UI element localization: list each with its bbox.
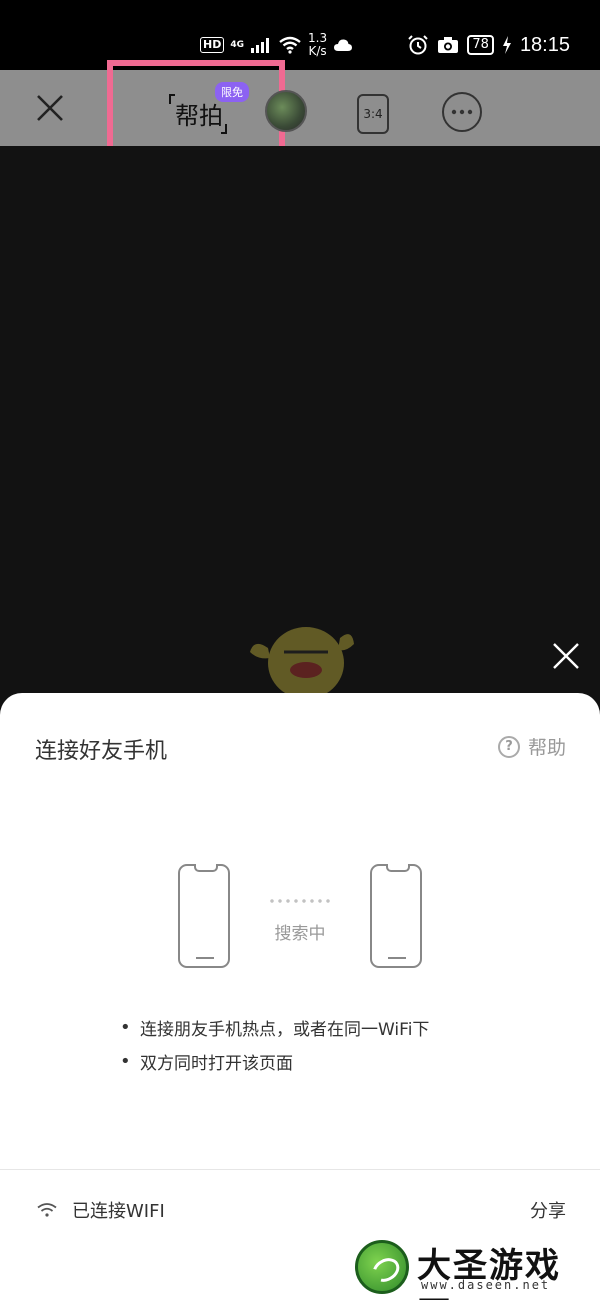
network-speed-value: 1.3: [308, 31, 328, 45]
status-left: HD 4G 1.3 K/s: [200, 30, 353, 60]
wifi-status: 已连接WIFI: [36, 1197, 165, 1223]
mascot-image: [250, 627, 354, 698]
tips-list: • 连接朋友手机热点，或者在同一WiFi下 • 双方同时打开该页面: [120, 1010, 429, 1078]
connect-sheet: 连接好友手机 ? 帮助 搜索中 • 连接朋友手机热点，或者在同一WiFi下 • …: [0, 693, 600, 1300]
bullet-icon: •: [120, 1016, 131, 1038]
bullet-icon: •: [120, 1050, 131, 1072]
site-logo-icon: [355, 1240, 409, 1294]
tip-text: 连接朋友手机热点，或者在同一WiFi下: [140, 1019, 430, 1040]
site-watermark: 大圣游戏网 www.daseen.net: [355, 1238, 595, 1300]
battery-level: 78: [467, 35, 494, 55]
watermark-url: www.daseen.net: [421, 1278, 551, 1292]
network-type: 4G: [230, 40, 244, 50]
share-button[interactable]: 分享: [530, 1197, 566, 1223]
charging-icon: [502, 36, 511, 54]
status-bar: HD 4G 1.3 K/s 78 18:15: [0, 0, 600, 70]
help-label: 帮助: [527, 737, 566, 759]
wifi-status-label: 已连接WIFI: [72, 1201, 165, 1222]
aspect-ratio-button[interactable]: 3:4: [357, 94, 389, 134]
list-item: • 连接朋友手机热点，或者在同一WiFi下: [120, 1010, 429, 1044]
signal-icon: [251, 38, 269, 53]
divider: [0, 1169, 600, 1170]
question-icon: ?: [497, 735, 520, 758]
help-button[interactable]: ? 帮助: [497, 733, 566, 760]
sheet-title: 连接好友手机: [35, 739, 168, 764]
network-speed-unit: K/s: [308, 44, 327, 58]
wifi-icon: [37, 1203, 57, 1217]
cloud-icon: [334, 39, 353, 51]
network-speed: 1.3 K/s: [308, 32, 327, 58]
avatar[interactable]: [265, 90, 307, 132]
list-item: • 双方同时打开该页面: [120, 1044, 429, 1078]
alarm-icon: [408, 35, 429, 55]
searching-dots: [268, 899, 332, 903]
close-icon[interactable]: [30, 88, 70, 128]
clock: 18:15: [519, 33, 570, 56]
more-button[interactable]: [442, 92, 482, 132]
camera-status-icon: [438, 37, 459, 53]
my-phone-icon: [178, 864, 230, 968]
status-right: 78 18:15: [407, 30, 570, 60]
tip-text: 双方同时打开该页面: [140, 1053, 293, 1074]
highlight-box: [107, 60, 285, 160]
hd-badge: HD: [200, 37, 225, 53]
searching-label: 搜索中: [274, 924, 326, 944]
more-icon: [451, 109, 473, 115]
friend-phone-icon: [370, 864, 422, 968]
close-icon[interactable]: [550, 640, 582, 672]
wifi-icon: [279, 36, 301, 54]
